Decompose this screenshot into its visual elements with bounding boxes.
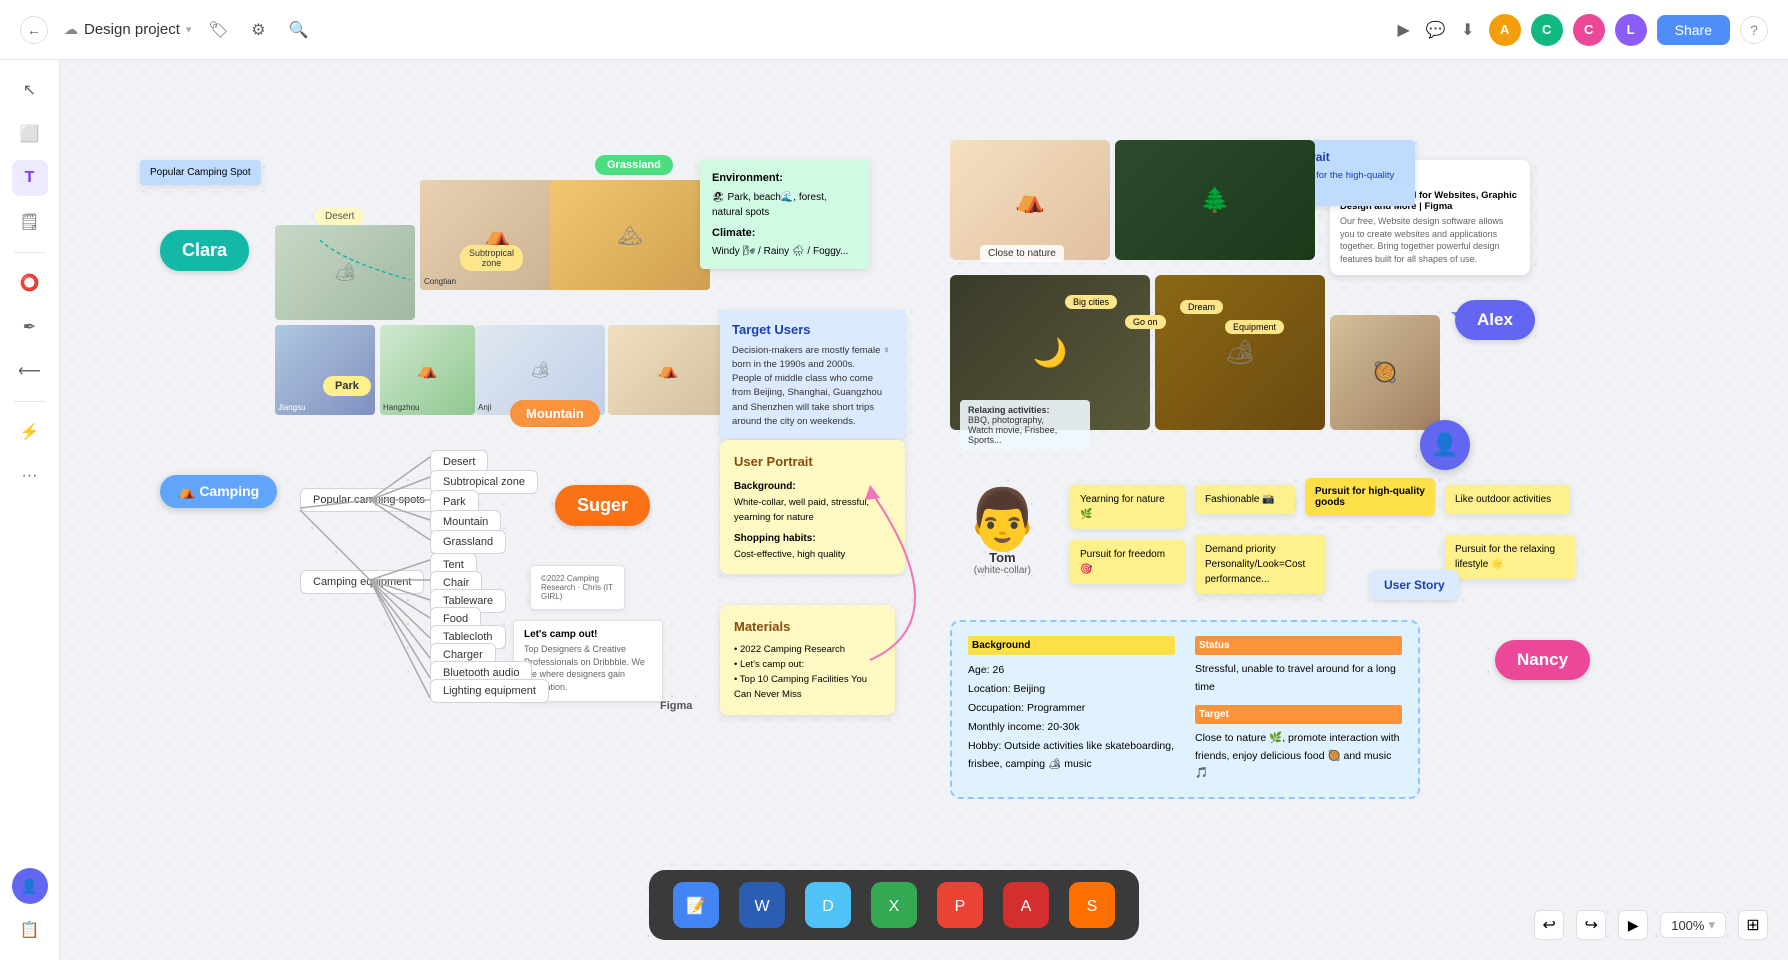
tom-figure: 👨 Tom (white-collar) (965, 490, 1040, 576)
park-label: Park (323, 376, 371, 396)
header: ← ☁ Design project ▾ 🏷 ⚙ 🔍 ▶ 💬 ⬇ A C C L… (0, 0, 1788, 60)
subtropical-label: Subtropicalzone (460, 245, 523, 271)
materials-card: Materials • 2022 Camping Research • Let'… (720, 605, 895, 715)
background-section-card: Background Age: 26 Location: Beijing Occ… (950, 620, 1420, 799)
left-toolbar: ↖ ⬜ T 🗒 ⭕ ✒ ⟵ ⚡ ··· 👤 📋 (0, 60, 60, 960)
move-tool[interactable]: ↖ (12, 72, 48, 108)
header-left: ← ☁ Design project ▾ 🏷 ⚙ 🔍 (20, 16, 309, 44)
attr-lifestyle: Pursuit for the relaxing lifestyle 🌟 (1445, 535, 1575, 579)
relaxing-activities: Relaxing activities: BBQ, photography, W… (960, 400, 1090, 450)
photo-5: ⛺ Hangzhou (380, 325, 475, 415)
doc-icon-4[interactable]: X (871, 882, 917, 928)
grassland-label: Grassland (595, 155, 673, 175)
photo-3: 🏔 (550, 180, 710, 290)
alex-bubble[interactable]: Alex (1455, 300, 1535, 340)
connector-tool[interactable]: ⟵ (12, 353, 48, 389)
equip-lighting: Lighting equipment (430, 679, 549, 703)
search-icon[interactable]: 🔍 (287, 19, 309, 41)
suger-bubble[interactable]: Suger (555, 485, 650, 526)
environment-card: Environment: 🏖 Park, beach🌊, forest, nat… (700, 160, 870, 269)
doc-icon-1[interactable]: 📝 (673, 882, 719, 928)
user-story-button[interactable]: User Story (1370, 570, 1459, 600)
pointer-button[interactable]: ▶ (1618, 910, 1648, 940)
nancy-bubble[interactable]: Nancy (1495, 640, 1590, 680)
header-icons: 🏷 ⚙ 🔍 (207, 19, 309, 41)
svg-text:X: X (889, 898, 900, 915)
doc-icon-5[interactable]: P (937, 882, 983, 928)
avatar-a[interactable]: A (1489, 14, 1521, 46)
bottom-bar: 📝 W D X P A S (649, 870, 1139, 940)
photo-tent-tags: 🏕 (1155, 275, 1325, 430)
svg-text:P: P (955, 898, 966, 915)
close-to-nature-label: Close to nature (980, 245, 1064, 262)
zoom-control[interactable]: 100% ▾ (1660, 912, 1726, 938)
avatar-c[interactable]: C (1531, 14, 1563, 46)
shape-tool[interactable]: ⭕ (12, 265, 48, 301)
board-icon[interactable]: 📋 (12, 912, 48, 948)
svg-text:A: A (1021, 898, 1032, 915)
play-icon[interactable]: ▶ (1393, 19, 1415, 41)
user-avatar[interactable]: 👤 (12, 868, 48, 904)
doc-icon-3[interactable]: D (805, 882, 851, 928)
settings-icon[interactable]: ⚙ (247, 19, 269, 41)
attr-freedom: Pursuit for freedom 🎯 (1070, 540, 1185, 584)
toolbar-divider (14, 252, 46, 253)
attr-demand: Demand priorityPersonality/Look=Costperf… (1195, 535, 1325, 594)
photo-tent-1: ⛺ (950, 140, 1110, 260)
target-users-card: Target Users Decision-makers are mostly … (720, 310, 905, 439)
svg-text:D: D (822, 898, 834, 915)
avatar-l[interactable]: L (1615, 14, 1647, 46)
photo-forest: 🌲 (1115, 140, 1315, 260)
attr-fashionable: Fashionable 📸 (1195, 485, 1295, 514)
bottom-right-controls: ↩ ↪ ▶ 100% ▾ ⊞ (1534, 910, 1768, 940)
camping-research-card: ©2022 Camping Research · Chris (IT GIRL) (530, 565, 625, 610)
photo-7: ⛺ (608, 325, 728, 415)
popular-camping-spots-node: Popular camping spots (300, 488, 438, 512)
frame-tool[interactable]: ⬜ (12, 116, 48, 152)
photo-food: 🥘 (1330, 315, 1440, 430)
camping-equipment-node: Camping equipment (300, 570, 424, 594)
download-icon[interactable]: ⬇ (1457, 19, 1479, 41)
undo-button[interactable]: ↩ (1534, 910, 1564, 940)
svg-text:S: S (1087, 898, 1098, 915)
share-button[interactable]: Share (1657, 15, 1730, 45)
project-name[interactable]: ☁ Design project ▾ (64, 21, 191, 38)
popular-camping-spot-label: Popular Camping Spot (140, 160, 261, 185)
desert-label: Desert (315, 208, 364, 225)
fullscreen-button[interactable]: ⊞ (1738, 910, 1768, 940)
camping-main-node: ⛺ Camping (160, 475, 277, 508)
avatar-c2[interactable]: C (1573, 14, 1605, 46)
doc-icon-2[interactable]: W (739, 882, 785, 928)
label-icon[interactable]: 🏷 (207, 19, 229, 41)
attr-outdoor: Like outdoor activities (1445, 485, 1570, 514)
user-avatar-canvas[interactable]: 👤 (1420, 420, 1470, 470)
plugin-tool[interactable]: ⚡ (12, 414, 48, 450)
toolbar-divider-2 (14, 401, 46, 402)
more-tools[interactable]: ··· (12, 458, 48, 494)
svg-text:W: W (754, 898, 770, 915)
pen-tool[interactable]: ✒ (12, 309, 48, 345)
photo-1: 🏕 (275, 225, 415, 320)
redo-button[interactable]: ↪ (1576, 910, 1606, 940)
figma-bottom-label: Figma (660, 700, 692, 712)
attr-yearning: Yearning for nature 🌿 (1070, 485, 1185, 529)
clara-bubble[interactable]: Clara (160, 230, 249, 271)
note-tool[interactable]: 🗒 (12, 204, 48, 240)
comment-icon[interactable]: 💬 (1425, 19, 1447, 41)
text-tool[interactable]: T (12, 160, 48, 196)
doc-icon-7[interactable]: S (1069, 882, 1115, 928)
spot-grassland: Grassland (430, 530, 506, 554)
back-button[interactable]: ← (20, 16, 48, 44)
photo-4: Jiangsu (275, 325, 375, 415)
canvas: Popular Camping Spot Clara Desert 🏕 ⛺ Co… (60, 60, 1788, 960)
svg-text:📝: 📝 (686, 896, 706, 915)
user-portrait-mid-card: User Portrait Background: White-collar, … (720, 440, 905, 574)
header-right: ▶ 💬 ⬇ A C C L Share ? (1393, 14, 1768, 46)
attr-quality: Pursuit for high-quality goods (1305, 478, 1435, 516)
mountain-label: Mountain (510, 400, 600, 427)
doc-icon-6[interactable]: A (1003, 882, 1049, 928)
help-button[interactable]: ? (1740, 16, 1768, 44)
